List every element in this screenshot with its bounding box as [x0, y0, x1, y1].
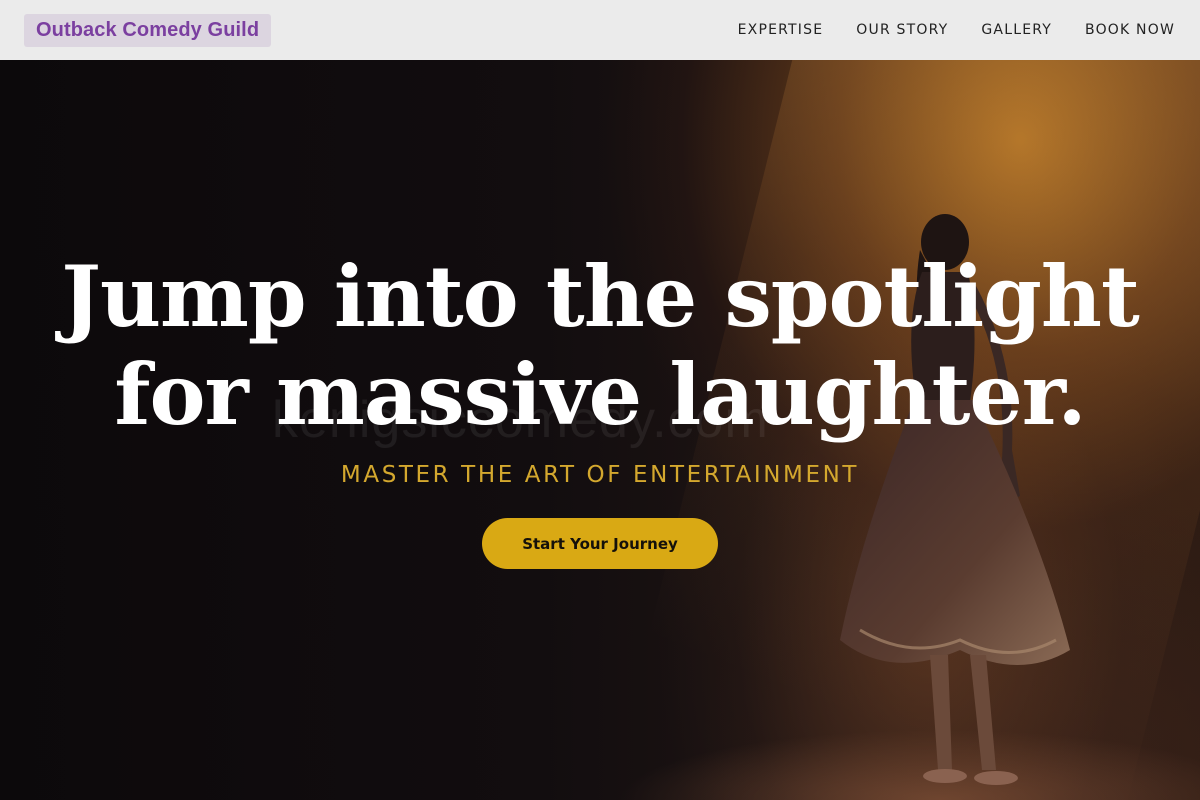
headline-line-1: Jump into the spotlight: [61, 247, 1140, 346]
brand-logo[interactable]: Outback Comedy Guild: [24, 13, 272, 47]
start-journey-button[interactable]: Start Your Journey: [482, 518, 718, 569]
main-nav: EXPERTISE OUR STORY GALLERY BOOK NOW: [705, 22, 1175, 38]
top-navbar: Outback Comedy Guild EXPERTISE OUR STORY…: [0, 0, 1200, 60]
hero-section: kenigs​iccomedy.com Jump into the spotli…: [0, 60, 1200, 800]
hero-tagline: MASTER THE ART OF ENTERTAINMENT: [340, 462, 860, 488]
hero-headline: Jump into the spotlight for massive laug…: [0, 248, 1200, 444]
headline-line-2: for massive laughter.: [114, 345, 1086, 444]
nav-link-gallery[interactable]: GALLERY: [981, 22, 1052, 38]
nav-link-book-now[interactable]: BOOK NOW: [1085, 22, 1175, 38]
nav-link-expertise[interactable]: EXPERTISE: [738, 22, 824, 38]
nav-link-our-story[interactable]: OUR STORY: [856, 22, 948, 38]
